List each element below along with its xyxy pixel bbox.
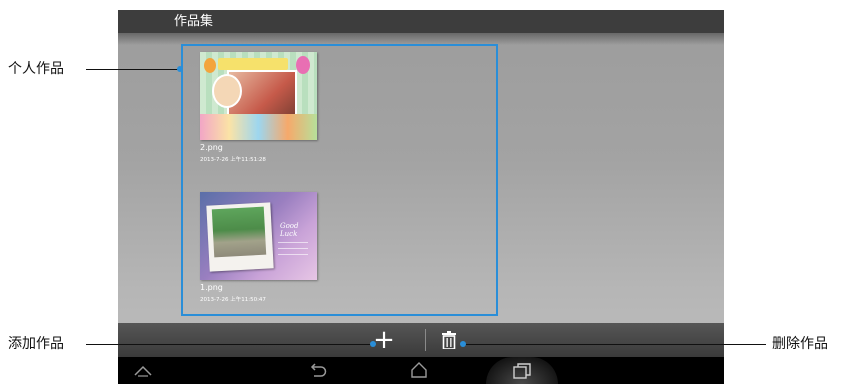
birthday-banner: [218, 58, 288, 70]
callout-line-delete: [464, 344, 766, 346]
home-icon[interactable]: [410, 361, 428, 379]
balloon-icon: [204, 58, 216, 73]
action-bar: +: [118, 323, 724, 357]
callout-delete-work: 删除作品: [772, 336, 828, 352]
cake-decoration: [200, 114, 317, 140]
callout-add-work: 添加作品: [8, 336, 64, 352]
action-divider: [425, 329, 426, 351]
work-item[interactable]: Good Luck 1.png 2013-7-26 上午11:50:47: [200, 192, 318, 304]
system-nav-bar: [118, 357, 724, 384]
work-thumbnail-birthday[interactable]: [200, 52, 317, 140]
balloon-icon: [296, 56, 310, 74]
work-thumbnail-good-luck[interactable]: Good Luck: [200, 192, 317, 280]
work-date: 2013-7-26 上午11:50:47: [200, 297, 266, 303]
work-item[interactable]: 2.png 2013-7-26 上午11:51:28: [200, 52, 318, 164]
add-work-button[interactable]: +: [372, 326, 396, 354]
work-filename: 1.png: [200, 283, 223, 292]
work-date: 2013-7-26 上午11:51:28: [200, 157, 266, 163]
callout-line-add: [86, 344, 374, 346]
callout-personal-works: 个人作品: [8, 61, 64, 77]
trash-icon[interactable]: [442, 331, 456, 349]
callout-line-personal: [86, 69, 180, 71]
bicycle-photo: [211, 206, 267, 258]
title-bar: 作品集: [118, 10, 724, 33]
app-title: 作品集: [174, 14, 214, 29]
work-filename: 2.png: [200, 143, 223, 152]
child-figure: [212, 74, 242, 108]
up-arrow-icon[interactable]: [134, 365, 152, 377]
card-text: Good Luck: [280, 222, 299, 238]
callout-dot-delete: [460, 341, 466, 347]
recent-apps-icon[interactable]: [513, 363, 531, 379]
card-lines: [278, 237, 308, 259]
device-screen: 作品集 2.png 2013-7-26 上午11:51:28 Good Luck…: [118, 10, 724, 384]
back-icon[interactable]: [309, 363, 327, 378]
callout-dot-personal: [177, 66, 183, 72]
callout-dot-add: [370, 341, 376, 347]
